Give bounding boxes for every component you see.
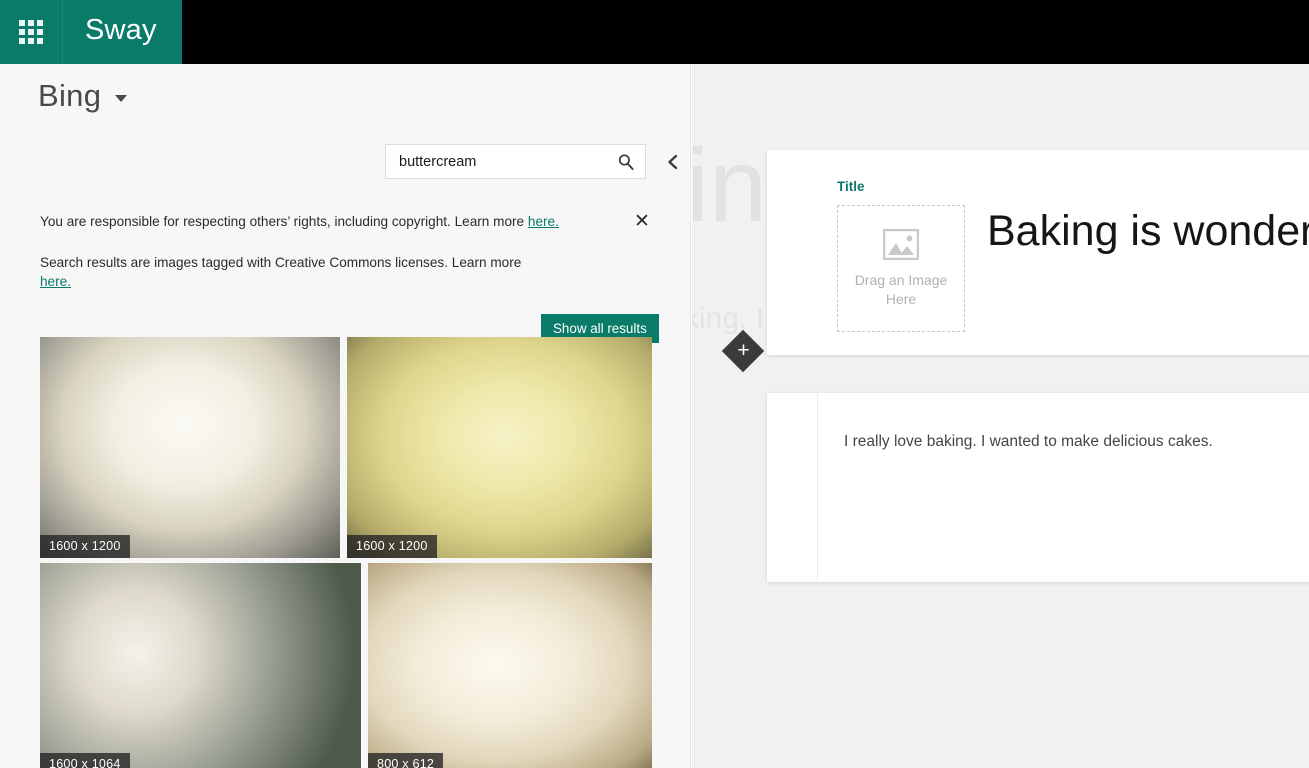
chevron-down-icon [115,95,127,102]
copyright-learn-more-link[interactable]: here. [528,214,559,229]
text-card[interactable]: I really love baking. I wanted to make d… [767,393,1309,582]
thumbnail-dimensions-label: 1600 x 1200 [347,535,437,558]
add-card-button[interactable]: + [722,330,764,372]
background-body-preview: king. I [692,302,764,336]
title-image-dropzone-caption: Drag an Image Here [851,271,951,309]
title-card[interactable]: Title Drag an Image Here Baking is wonde… [767,150,1309,355]
text-card-body[interactable]: I really love baking. I wanted to make d… [818,393,1309,582]
search-result-thumbnail[interactable]: 800 x 612 [368,563,652,768]
copyright-notice-prefix: You are responsible for respecting other… [40,214,528,229]
content-source-dropdown[interactable]: Bing [38,78,127,114]
title-card-heading[interactable]: Baking is wonderful [987,206,1309,258]
search-result-thumbnail[interactable]: 1600 x 1064 [40,563,361,768]
search-results-grid: 1600 x 1200 1600 x 1200 1600 x 1064 800 x 6… [40,337,660,768]
creative-commons-notice-prefix: Search results are images tagged with Cr… [40,255,521,270]
search-result-thumbnail[interactable]: 1600 x 1200 [40,337,340,558]
search-input[interactable] [386,154,607,170]
thumbnail-dimensions-label: 1600 x 1200 [40,535,130,558]
text-card-gutter [767,393,818,582]
close-notice-button[interactable]: ✕ [631,210,653,232]
thumbnail-dimensions-label: 800 x 612 [368,753,443,768]
plus-diamond-icon: + [737,340,749,361]
insert-content-panel: Bing You are responsible for respecting … [0,64,691,768]
title-card-label: Title [837,179,865,194]
creative-commons-learn-more-link[interactable]: here. [40,274,71,289]
content-source-label: Bing [38,78,101,114]
search-button[interactable] [607,145,645,178]
insert-panel-header: Bing [0,64,690,128]
copyright-notice-text: You are responsible for respecting other… [40,212,620,231]
app-launcher-grid-icon [19,20,43,44]
search-result-thumbnail[interactable]: 1600 x 1200 [347,337,652,558]
collapse-panel-button[interactable] [656,144,690,179]
title-image-dropzone[interactable]: Drag an Image Here [837,205,965,332]
creative-commons-notice-text: Search results are images tagged with Cr… [40,253,535,291]
sway-brand-link[interactable]: Sway [63,0,182,64]
chevron-left-icon [665,153,681,171]
search-box[interactable] [385,144,646,179]
search-icon [617,153,635,171]
thumbnail-dimensions-label: 1600 x 1064 [40,753,130,768]
storyline-canvas: ing king. I + Title Drag an Image Here B… [692,64,1309,768]
image-placeholder-icon [883,229,919,260]
suite-bar: Sway [0,0,1309,64]
app-launcher-button[interactable] [0,0,62,64]
